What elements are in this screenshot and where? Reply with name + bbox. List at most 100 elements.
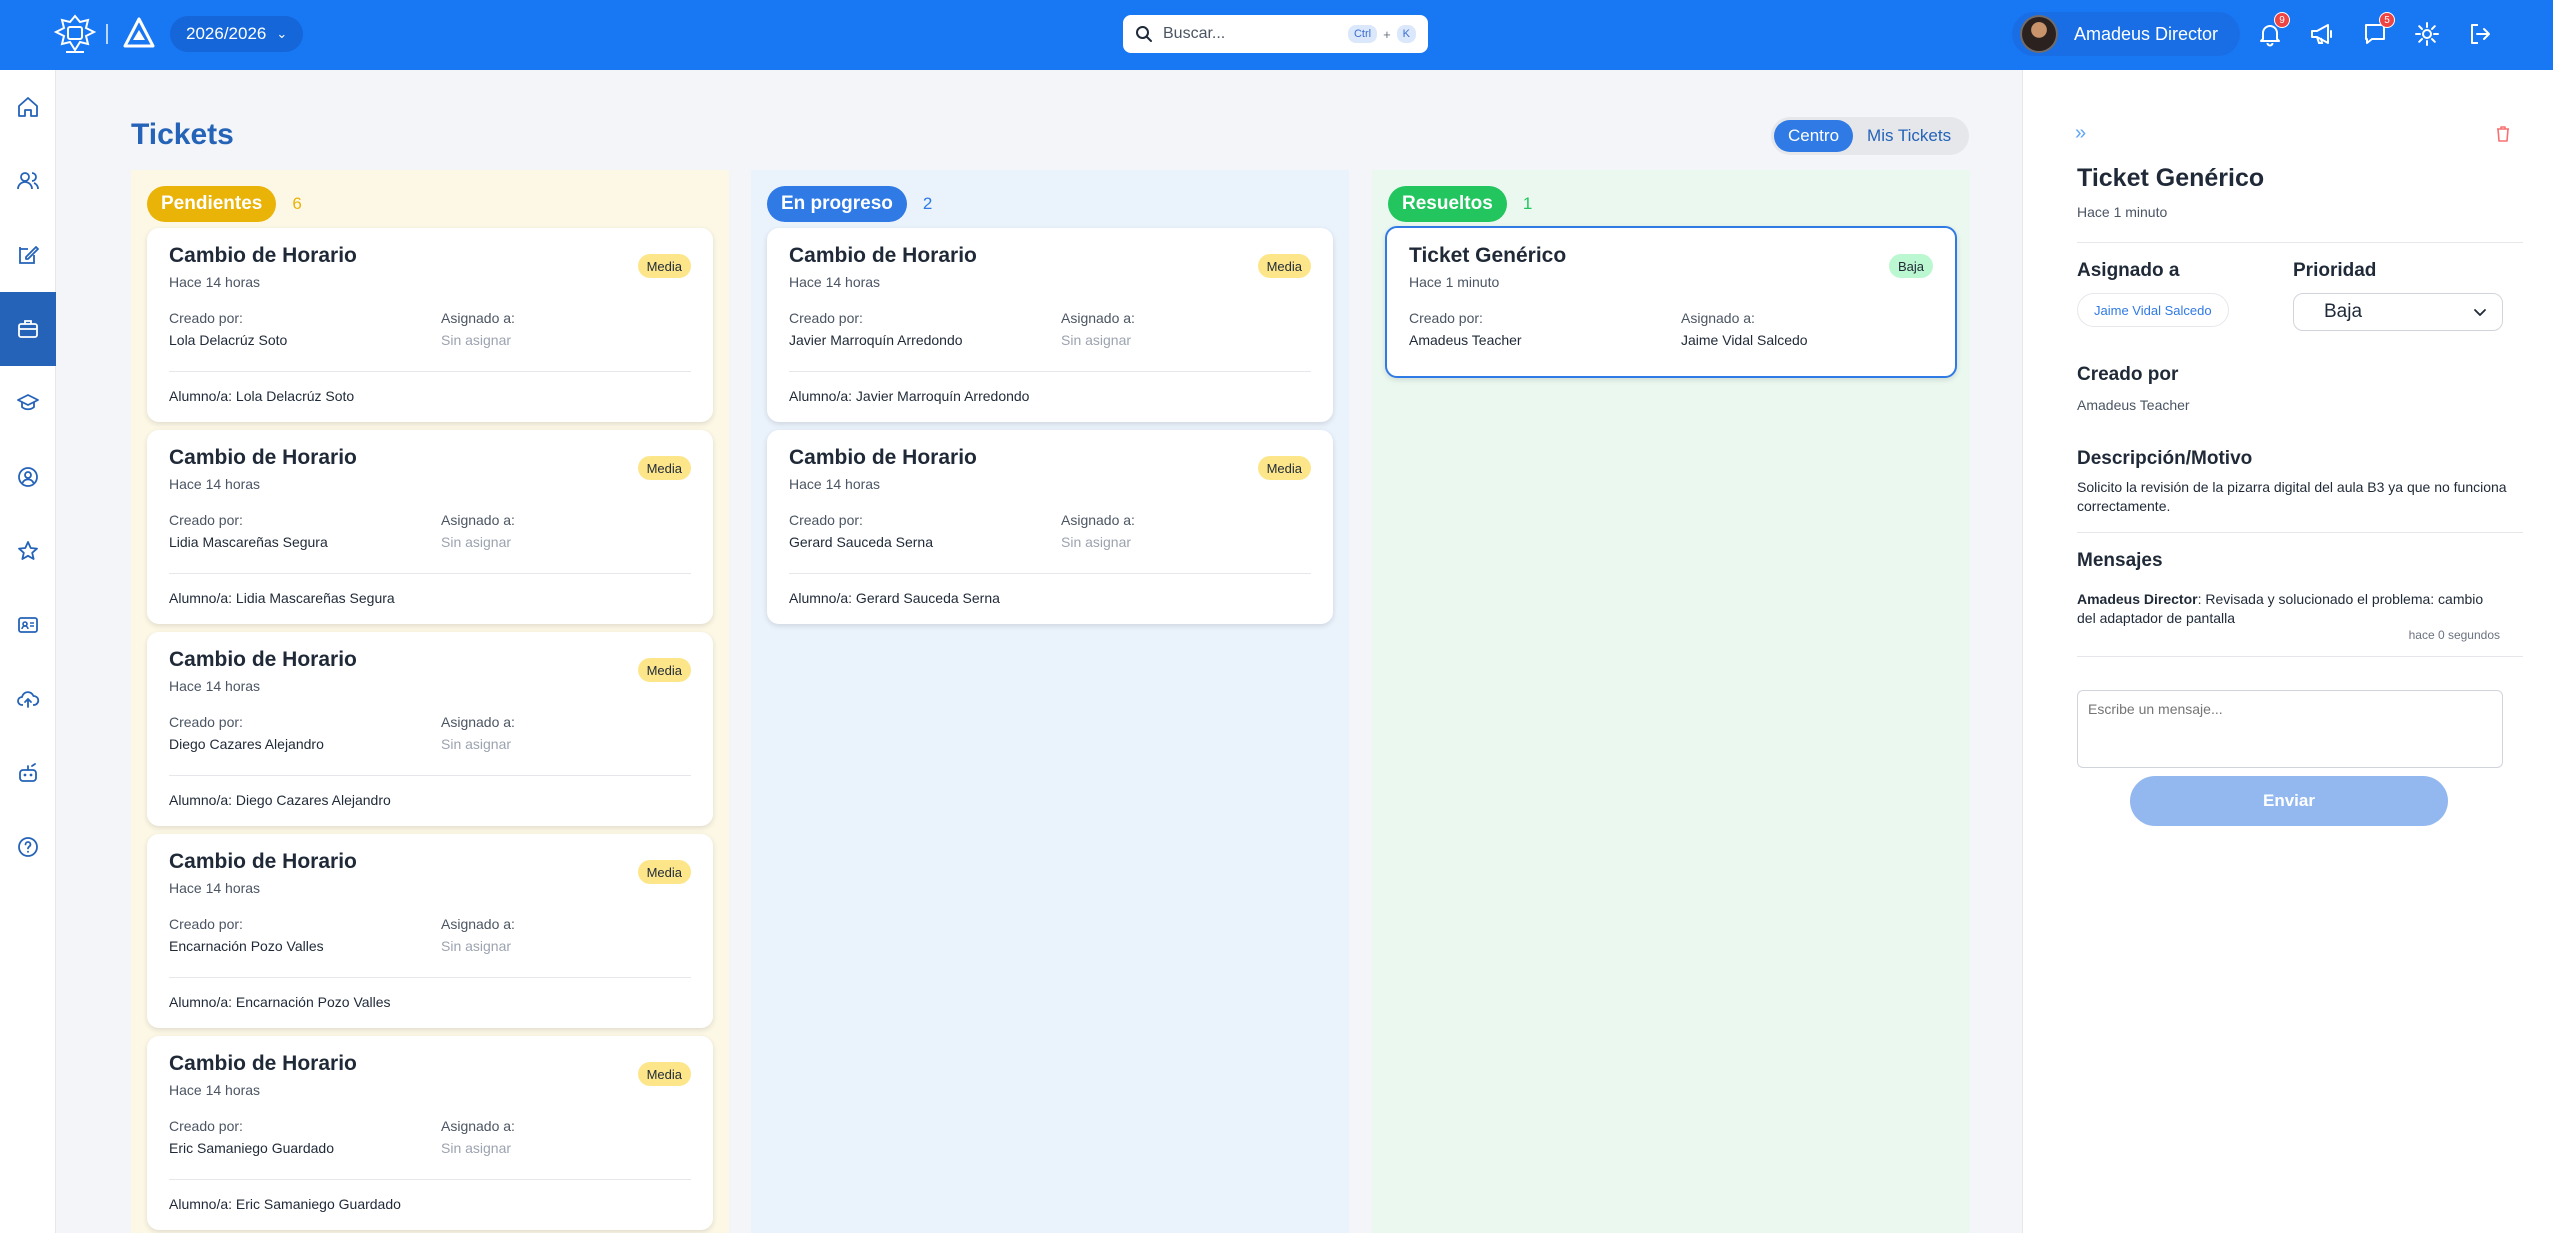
ticket-time: Hace 14 horas [169, 476, 261, 492]
created-by-value: Gerard Sauceda Serna [789, 534, 933, 550]
sidebar-item-favorites[interactable] [0, 514, 56, 588]
ticket-title: Cambio de Horario [169, 850, 357, 873]
ticket-card[interactable]: Cambio de Horario Hace 14 horas Media Cr… [767, 430, 1333, 624]
send-button[interactable]: Enviar [2130, 776, 2448, 826]
priority-badge: Media [637, 658, 691, 682]
ticket-time: Hace 14 horas [169, 678, 261, 694]
settings-button[interactable] [2411, 18, 2443, 50]
column-en-progreso: En progreso 2 Cambio de Horario Hace 14 … [751, 170, 1349, 1233]
search-icon [1136, 26, 1152, 42]
search-placeholder: Buscar... [1163, 25, 1226, 42]
school-year-label: 2026/2026 [186, 24, 267, 43]
priority-badge: Media [637, 254, 691, 278]
edit-icon [19, 246, 39, 264]
column-resueltos: Resueltos 1 Ticket Genérico Hace 1 minut… [1372, 170, 1970, 1233]
assigned-to-value: Sin asignar [441, 534, 512, 550]
created-by-value: Javier Marroquín Arredondo [789, 332, 963, 348]
assigned-to-value: Sin asignar [441, 1140, 512, 1156]
ticket-card[interactable]: Cambio de Horario Hace 14 horas Media Cr… [147, 430, 713, 624]
user-name: Amadeus Director [2074, 23, 2219, 44]
column-pendientes: Pendientes 6 Cambio de Horario Hace 14 h… [131, 170, 729, 1233]
messages-button[interactable]: 5 [2359, 12, 2395, 50]
sidebar-item-help[interactable] [0, 810, 56, 884]
student-line: Alumno/a: Encarnación Pozo Valles [169, 994, 391, 1010]
created-by-value: Encarnación Pozo Valles [169, 938, 324, 954]
collapse-panel-icon[interactable]: » [2075, 122, 2086, 145]
assigned-to-label: Asignado a: [441, 916, 515, 932]
card-divider [789, 573, 1311, 574]
column-header: Resueltos 1 [1388, 186, 1532, 222]
priority-badge: Media [1257, 456, 1311, 480]
school-year-selector[interactable]: 2026/2026 ⌄ [170, 16, 304, 52]
card-divider [169, 775, 691, 776]
priority-heading: Prioridad [2293, 260, 2377, 281]
ticket-title: Ticket Genérico [1409, 244, 1567, 267]
assigned-to-value: Sin asignar [441, 736, 512, 752]
message-item: Amadeus Director: Revisada y solucionado… [2077, 590, 2497, 628]
assigned-to-label: Asignado a: [441, 512, 515, 528]
assigned-to-label: Asignado a: [441, 310, 515, 326]
created-by-name: Amadeus Teacher [2077, 397, 2190, 413]
created-by-value: Lola Delacrúz Soto [169, 332, 288, 348]
sidebar-item-profile[interactable] [0, 440, 56, 514]
shortcut-plus: + [1383, 26, 1391, 42]
messages-badge: 5 [2379, 12, 2395, 28]
column-title-pill: Pendientes [147, 186, 277, 222]
created-by-value: Eric Samaniego Guardado [169, 1140, 334, 1156]
toggle-centro[interactable]: Centro [1774, 120, 1854, 152]
ticket-time: Hace 1 minuto [1409, 274, 1500, 290]
trash-icon[interactable] [2493, 124, 2513, 144]
gear-icon [2415, 22, 2439, 46]
created-by-label: Creado por: [1409, 310, 1483, 326]
graduation-cap-icon [17, 394, 39, 411]
ticket-card[interactable]: Cambio de Horario Hace 14 horas Media Cr… [767, 228, 1333, 422]
ticket-time: Hace 14 horas [789, 274, 881, 290]
assigned-user-chip[interactable]: Jaime Vidal Salcedo [2077, 293, 2229, 327]
sidebar-item-edit[interactable] [0, 218, 56, 292]
ticket-card[interactable]: Cambio de Horario Hace 14 horas Media Cr… [147, 228, 713, 422]
message-input[interactable] [2077, 690, 2503, 768]
ticket-card[interactable]: Cambio de Horario Hace 14 horas Media Cr… [147, 1036, 713, 1230]
sidebar-item-tickets[interactable] [0, 292, 56, 366]
ticket-card[interactable]: Cambio de Horario Hace 14 horas Media Cr… [147, 834, 713, 1028]
assigned-to-label: Asignado a: [1061, 310, 1135, 326]
card-divider [789, 371, 1311, 372]
id-card-icon [18, 617, 38, 633]
sidebar-item-users[interactable] [0, 144, 56, 218]
ticket-title: Cambio de Horario [789, 446, 977, 469]
sidebar-item-robot[interactable] [0, 736, 56, 810]
panel-divider [2077, 656, 2523, 657]
notifications-button[interactable]: 9 [2254, 12, 2290, 50]
description-heading: Descripción/Motivo [2077, 448, 2253, 469]
sidebar-item-upload[interactable] [0, 662, 56, 736]
user-menu[interactable]: Amadeus Director [2012, 12, 2241, 56]
assigned-to-value: Sin asignar [441, 938, 512, 954]
student-line: Alumno/a: Gerard Sauceda Serna [789, 590, 1000, 606]
app-logo[interactable] [122, 16, 156, 50]
sidebar-item-home[interactable] [0, 70, 56, 144]
school-crest-logo[interactable] [52, 12, 98, 56]
search-box[interactable]: Buscar... Ctrl + K [1123, 15, 1428, 53]
priority-select[interactable]: Baja [2293, 293, 2503, 331]
ticket-title: Cambio de Horario [169, 446, 357, 469]
logout-button[interactable] [2464, 18, 2496, 50]
sidebar-item-id-card[interactable] [0, 588, 56, 662]
announcements-button[interactable] [2306, 18, 2338, 50]
ticket-card[interactable]: Cambio de Horario Hace 14 horas Media Cr… [147, 632, 713, 826]
chevron-down-icon [2474, 309, 2486, 316]
ticket-card-selected[interactable]: Ticket Genérico Hace 1 minuto Baja Cread… [1385, 226, 1957, 378]
assigned-to-label: Asignado a: [441, 1118, 515, 1134]
briefcase-icon [18, 320, 38, 338]
created-by-value: Amadeus Teacher [1409, 332, 1522, 348]
messages-heading: Mensajes [2077, 550, 2163, 571]
description-text: Solicito la revisión de la pizarra digit… [2077, 479, 2507, 514]
home-icon [18, 97, 38, 117]
toggle-mis-tickets[interactable]: Mis Tickets [1853, 120, 1965, 152]
star-icon [18, 541, 38, 560]
student-line: Alumno/a: Javier Marroquín Arredondo [789, 388, 1030, 404]
column-count: 1 [1522, 194, 1533, 213]
sidebar-item-academic[interactable] [0, 366, 56, 440]
cloud-upload-icon [17, 691, 40, 708]
ticket-title: Cambio de Horario [169, 1052, 357, 1075]
created-by-label: Creado por: [789, 512, 863, 528]
